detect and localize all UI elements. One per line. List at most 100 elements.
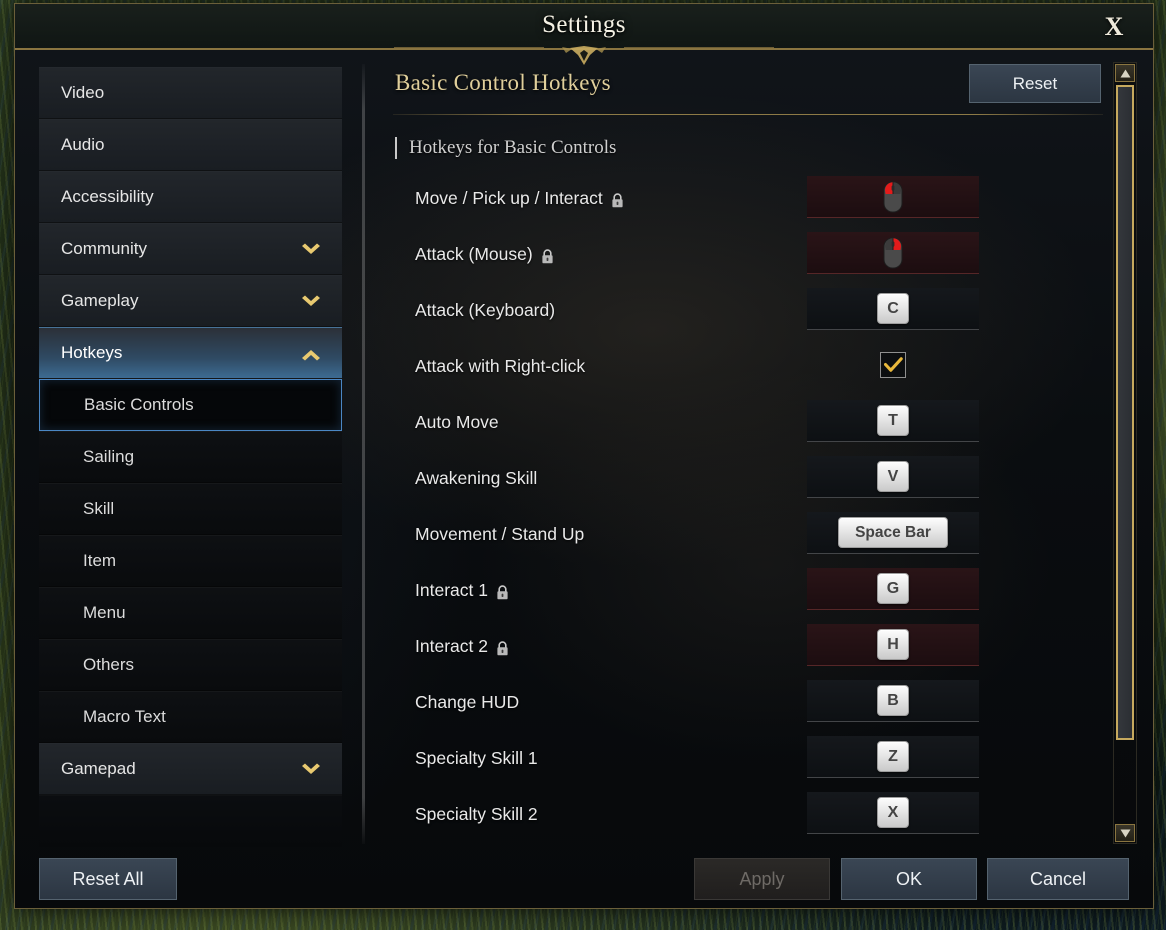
hotkey-label-wrap: Interact 1 xyxy=(415,580,509,601)
sidebar-item-label: Audio xyxy=(61,135,105,154)
hotkey-label-wrap: Attack (Keyboard) xyxy=(415,300,555,321)
reset-all-button[interactable]: Reset All xyxy=(39,858,177,900)
chevron-down-icon xyxy=(300,242,322,256)
hotkey-binding[interactable] xyxy=(807,176,979,218)
sidebar-item-label: Others xyxy=(83,655,135,674)
sidebar-item-label: Video xyxy=(61,83,105,102)
sidebar-item-macro-text[interactable]: Macro Text xyxy=(39,691,342,743)
sidebar-item-hotkeys[interactable]: Hotkeys xyxy=(39,327,342,379)
sidebar-item-label: Sailing xyxy=(83,447,135,466)
content-scrollbar[interactable] xyxy=(1113,62,1137,844)
hotkey-binding[interactable]: G xyxy=(807,568,979,610)
hotkey-label: Specialty Skill 2 xyxy=(415,803,538,824)
scroll-up-button[interactable] xyxy=(1115,64,1135,82)
hotkey-label-wrap: Attack (Mouse) xyxy=(415,244,554,265)
hotkey-row: Auto Move T xyxy=(383,394,1113,450)
sidebar-filler xyxy=(39,795,342,847)
hotkey-label-wrap: Interact 2 xyxy=(415,636,509,657)
sidebar-item-label: Basic Controls xyxy=(84,395,194,414)
chevron-up-icon xyxy=(300,346,322,361)
sidebar-item-label: Gameplay xyxy=(61,291,139,310)
hotkey-binding[interactable]: H xyxy=(807,624,979,666)
sidebar-item-others[interactable]: Others xyxy=(39,639,342,691)
hotkey-binding[interactable] xyxy=(807,344,979,386)
sidebar-item-label: Item xyxy=(83,551,117,570)
sidebar-item-menu[interactable]: Menu xyxy=(39,587,342,639)
sidebar-item-accessibility[interactable]: Accessibility xyxy=(39,171,342,223)
sidebar-item-label: Skill xyxy=(83,499,115,518)
cancel-button[interactable]: Cancel xyxy=(987,858,1129,900)
section-accent-bar xyxy=(395,137,397,159)
hotkey-binding[interactable]: C xyxy=(807,288,979,330)
hotkey-binding[interactable]: X xyxy=(807,792,979,834)
hotkey-label-wrap: Attack with Right-click xyxy=(415,356,585,377)
chevron-down-icon xyxy=(300,762,322,776)
hotkey-label-wrap: Specialty Skill 1 xyxy=(415,748,538,769)
hotkey-row: Specialty Skill 1 Z xyxy=(383,730,1113,786)
chevron-down-icon xyxy=(302,295,320,306)
sidebar-item-skill[interactable]: Skill xyxy=(39,483,342,535)
keycap: G xyxy=(877,573,909,604)
sidebar-item-item[interactable]: Item xyxy=(39,535,342,587)
hotkey-binding[interactable]: T xyxy=(807,400,979,442)
hotkey-row: Specialty Skill 2 X xyxy=(383,786,1113,842)
lock-icon xyxy=(496,640,509,655)
hotkey-binding[interactable]: Z xyxy=(807,736,979,778)
hotkey-label-wrap: Movement / Stand Up xyxy=(415,524,584,545)
hotkey-label: Awakening Skill xyxy=(415,467,538,488)
hotkey-binding[interactable]: V xyxy=(807,456,979,498)
sidebar-item-sailing[interactable]: Sailing xyxy=(39,431,342,483)
triangle-up-icon xyxy=(1120,69,1130,77)
keycap: X xyxy=(877,797,909,828)
ok-button[interactable]: OK xyxy=(841,858,977,900)
reset-button[interactable]: Reset xyxy=(969,64,1101,103)
chevron-down-icon xyxy=(302,763,320,774)
content-panel: Basic Control Hotkeys Reset Hotkeys for … xyxy=(383,60,1113,846)
sidebar-item-gameplay[interactable]: Gameplay xyxy=(39,275,342,327)
header-divider xyxy=(393,114,1103,115)
hotkey-binding[interactable]: B xyxy=(807,680,979,722)
sidebar-item-label: Gamepad xyxy=(61,759,136,778)
attack-right-click-checkbox[interactable] xyxy=(880,352,906,378)
game-background: Settings X Video Audio Accessibility Commun… xyxy=(0,0,1166,930)
sidebar-item-label: Hotkeys xyxy=(61,343,123,362)
keycap: V xyxy=(877,461,909,492)
keycap: C xyxy=(877,293,909,324)
chevron-down-icon xyxy=(300,294,322,308)
sidebar-item-gamepad[interactable]: Gamepad xyxy=(39,743,342,795)
page-title: Settings xyxy=(542,11,626,38)
hotkey-label-wrap: Awakening Skill xyxy=(415,468,537,489)
scroll-down-button[interactable] xyxy=(1115,824,1135,842)
hotkey-label-wrap: Change HUD xyxy=(415,692,519,713)
dialog-footer: Reset All Apply OK Cancel xyxy=(15,850,1153,908)
hotkey-label: Move / Pick up / Interact xyxy=(415,187,603,208)
checkmark-icon xyxy=(883,357,903,372)
mouse-right-icon xyxy=(883,237,903,268)
hotkey-row: Move / Pick up / Interact xyxy=(383,170,1113,226)
hotkey-row: Attack (Keyboard) C xyxy=(383,282,1113,338)
mouse-left-icon xyxy=(883,181,903,212)
hotkey-label: Attack (Mouse) xyxy=(415,243,533,264)
close-icon[interactable]: X xyxy=(1097,12,1131,42)
keycap: T xyxy=(877,405,909,436)
sidebar-item-video[interactable]: Video xyxy=(39,67,342,119)
sidebar-item-audio[interactable]: Audio xyxy=(39,119,342,171)
hotkey-binding[interactable] xyxy=(807,232,979,274)
chevron-up-icon xyxy=(302,350,320,361)
keycap: Z xyxy=(877,741,909,772)
hotkey-row: Movement / Stand Up Space Bar xyxy=(383,506,1113,562)
content-title: Basic Control Hotkeys xyxy=(395,70,611,95)
hotkey-binding[interactable]: Space Bar xyxy=(807,512,979,554)
title-bar: Settings X xyxy=(15,4,1153,65)
apply-button[interactable]: Apply xyxy=(694,858,830,900)
hotkey-label: Movement / Stand Up xyxy=(415,523,585,544)
sidebar-item-label: Menu xyxy=(83,603,126,622)
sidebar-item-basic-controls[interactable]: Basic Controls xyxy=(39,379,342,431)
sidebar-item-community[interactable]: Community xyxy=(39,223,342,275)
lock-icon xyxy=(541,248,554,263)
section-title: Hotkeys for Basic Controls xyxy=(409,137,617,158)
scrollbar-thumb[interactable] xyxy=(1116,85,1134,740)
hotkey-label: Specialty Skill 1 xyxy=(415,747,538,768)
lock-icon xyxy=(611,192,624,207)
hotkey-label: Auto Move xyxy=(415,411,499,432)
